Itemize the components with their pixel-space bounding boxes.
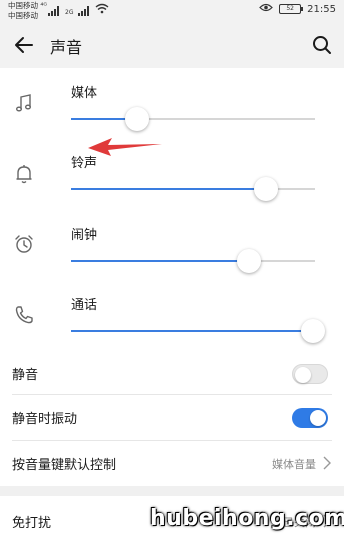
status-bar: 中国移动 ⁴ᴳ 中国移动 2G 52 21:55 — [0, 0, 344, 22]
wifi-icon — [95, 3, 109, 16]
volume-key-label: 按音量键默认控制 — [12, 458, 117, 473]
dnd-label: 免打扰 — [12, 516, 52, 531]
alarm-clock-icon — [12, 232, 36, 256]
vibrate-on-mute-row[interactable]: 静音时振动 — [0, 394, 344, 440]
volume-label-alarm: 闹钟 — [71, 228, 98, 243]
arrow-left-icon — [15, 37, 33, 53]
battery-level: 52 — [286, 5, 294, 12]
mute-toggle-knob — [295, 367, 311, 383]
mute-toggle[interactable] — [292, 364, 328, 384]
network-badge: 2G — [65, 9, 74, 16]
search-button[interactable] — [310, 33, 334, 57]
volume-key-row[interactable]: 按音量键默认控制 媒体音量 — [0, 440, 344, 486]
volume-row-ringtone: 铃声 — [0, 150, 344, 220]
carrier-label-2: 中国移动 — [8, 11, 38, 20]
signal-icons: 2G — [48, 2, 109, 16]
ringtone-volume-thumb[interactable] — [254, 177, 279, 201]
call-volume-slider[interactable] — [71, 319, 325, 343]
app-bar: 声音 — [0, 22, 344, 68]
alarm-volume-fill — [71, 260, 250, 262]
media-volume-thumb[interactable] — [124, 107, 149, 131]
page-title: 声音 — [50, 38, 83, 57]
section-gap — [0, 486, 344, 496]
alarm-volume-thumb[interactable] — [237, 249, 262, 273]
volume-label-media: 媒体 — [71, 86, 98, 101]
ringtone-volume-fill — [71, 188, 267, 190]
vibrate-on-mute-toggle[interactable] — [292, 408, 328, 428]
volume-row-alarm: 闹钟 — [0, 222, 344, 292]
call-volume-fill — [71, 330, 315, 332]
signal-icon — [48, 6, 60, 16]
watermark: hubeihong.com — [150, 506, 344, 531]
carrier-label-1: 中国移动 ⁴ᴳ — [8, 1, 48, 10]
volume-key-value: 媒体音量 — [272, 458, 316, 471]
back-button[interactable] — [12, 33, 36, 57]
red-arrow-annotation — [88, 138, 162, 156]
music-note-icon — [12, 92, 36, 116]
phone-icon — [12, 303, 36, 327]
ringtone-volume-slider[interactable] — [71, 177, 315, 201]
divider — [12, 440, 332, 441]
battery-icon: 52 — [279, 4, 304, 14]
volume-row-media: 媒体 — [0, 80, 344, 150]
alarm-volume-slider[interactable] — [71, 249, 315, 273]
status-right: 52 21:55 — [259, 3, 336, 15]
mute-label: 静音 — [12, 368, 39, 383]
media-volume-slider[interactable] — [71, 107, 315, 131]
vibrate-on-mute-label: 静音时振动 — [12, 412, 78, 427]
eye-comfort-icon — [259, 3, 274, 15]
search-icon — [313, 36, 331, 54]
mute-row[interactable]: 静音 — [0, 350, 344, 396]
divider — [12, 394, 332, 395]
clock: 21:55 — [307, 3, 336, 15]
bell-icon — [12, 162, 36, 186]
volume-label-call: 通话 — [71, 298, 98, 313]
vibrate-toggle-knob — [310, 410, 326, 426]
call-volume-thumb[interactable] — [301, 319, 325, 343]
chevron-right-icon — [323, 456, 331, 470]
signal-icon-2 — [78, 6, 90, 16]
